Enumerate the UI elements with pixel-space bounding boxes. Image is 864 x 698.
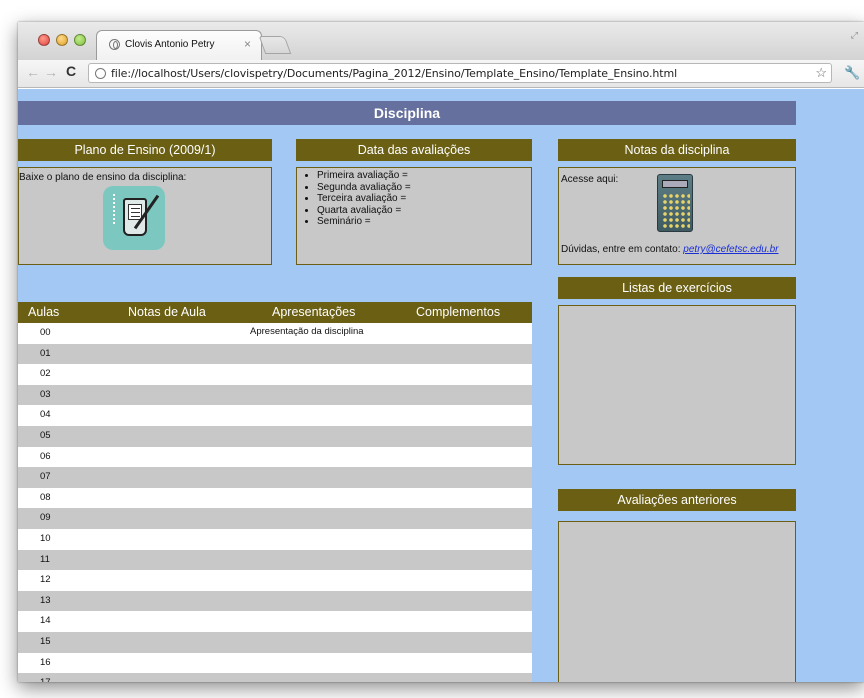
table-row: 08	[18, 487, 532, 509]
table-row: 00 Apresentação da disciplina	[18, 323, 532, 344]
calculator-display	[662, 180, 688, 188]
aula-number: 17	[40, 677, 51, 682]
browser-tab[interactable]: Clovis Antonio Petry ×	[96, 30, 262, 60]
anteriores-box	[558, 521, 796, 682]
aula-number: 12	[40, 574, 51, 586]
datas-item: Terceira avaliação =	[317, 193, 411, 205]
screen-line	[131, 216, 140, 217]
tab-bar: Clovis Antonio Petry × ⤢	[18, 22, 864, 60]
page-viewport: Disciplina Plano de Ensino (2009/1) Baix…	[18, 89, 864, 682]
table-row: 03	[18, 384, 532, 406]
page-title: Disciplina	[18, 101, 796, 125]
datas-header: Data das avaliações	[296, 139, 532, 161]
calculator-keys	[662, 193, 690, 229]
aula-apresentacao-link[interactable]: Apresentação da disciplina	[250, 326, 364, 337]
anteriores-header: Avaliações anteriores	[558, 489, 796, 511]
duvidas-text: Dúvidas, entre em contato: petry@cefetsc…	[561, 244, 779, 255]
table-row: 01	[18, 343, 532, 365]
aula-number: 04	[40, 409, 51, 421]
aula-number: 00	[40, 327, 51, 338]
aula-number: 15	[40, 635, 51, 647]
aula-number: 01	[40, 347, 51, 359]
minimize-window-button[interactable]	[56, 34, 68, 46]
wrench-icon[interactable]: 🔧	[844, 65, 860, 81]
table-row: 14	[18, 611, 532, 632]
fullscreen-icon[interactable]: ⤢	[851, 30, 858, 41]
aula-number: 14	[40, 615, 51, 627]
table-row: 12	[18, 570, 532, 591]
aula-number: 08	[40, 491, 51, 503]
aula-number: 03	[40, 388, 51, 400]
table-row: 07	[18, 467, 532, 488]
table-row: 17	[18, 673, 532, 682]
datas-item: Primeira avaliação =	[317, 170, 411, 182]
listas-header: Listas de exercícios	[558, 277, 796, 299]
new-tab-button[interactable]	[258, 36, 292, 54]
col-complementos: Complementos	[416, 305, 501, 319]
plano-header: Plano de Ensino (2009/1)	[18, 139, 272, 161]
forward-button[interactable]: →	[44, 64, 58, 80]
aula-number: 06	[40, 450, 51, 462]
email-link[interactable]: petry@cefetsc.edu.br	[683, 244, 778, 255]
acesse-label: Acesse aqui:	[561, 174, 619, 185]
back-button[interactable]: ←	[26, 64, 40, 80]
page-icon	[95, 68, 106, 79]
listas-box	[558, 305, 796, 465]
sparkle-icon	[113, 194, 115, 224]
tab-title: Clovis Antonio Petry	[125, 39, 215, 50]
col-aulas: Aulas	[28, 305, 60, 319]
screen-line	[131, 208, 140, 209]
aula-number: 10	[40, 532, 51, 544]
duvidas-label: Dúvidas, entre em contato:	[561, 244, 684, 255]
aulas-table-header: Aulas Notas de Aula Apresentações Comple…	[18, 302, 532, 323]
datas-box: Primeira avaliação = Segunda avaliação =…	[296, 167, 532, 265]
browser-window: Clovis Antonio Petry × ⤢ ← → C file://lo…	[18, 22, 864, 682]
address-bar[interactable]: file://localhost/Users/clovispetry/Docum…	[88, 63, 832, 83]
aulas-table-body: 00 Apresentação da disciplina 01 02 03 04 05 06…	[18, 323, 532, 682]
plano-box: Baixe o plano de ensino da disciplina:	[18, 167, 272, 265]
aula-number: 02	[40, 368, 51, 380]
calculator-icon[interactable]	[657, 174, 693, 232]
plano-text: Baixe o plano de ensino da disciplina:	[19, 172, 187, 183]
notas-header: Notas da disciplina	[558, 139, 796, 161]
aula-number: 11	[40, 553, 50, 565]
aula-number: 05	[40, 429, 51, 441]
table-row: 16	[18, 652, 532, 674]
table-row: 06	[18, 446, 532, 468]
datas-item: Quarta avaliação =	[317, 205, 411, 217]
aula-number: 07	[40, 471, 51, 483]
aula-number: 16	[40, 656, 51, 668]
datas-list: Primeira avaliação = Segunda avaliação =…	[313, 170, 411, 228]
globe-icon	[109, 39, 120, 50]
table-row: 13	[18, 590, 532, 612]
table-row: 05	[18, 425, 532, 447]
reload-button[interactable]: C	[66, 63, 76, 79]
aula-number: 09	[40, 512, 51, 524]
datas-item: Segunda avaliação =	[317, 182, 411, 194]
table-row: 09	[18, 508, 532, 529]
zoom-window-button[interactable]	[74, 34, 86, 46]
table-row: 04	[18, 405, 532, 426]
tab-close-icon[interactable]: ×	[244, 37, 251, 51]
bookmark-star-icon[interactable]: ☆	[815, 65, 827, 81]
table-row: 10	[18, 528, 532, 550]
url-text[interactable]: file://localhost/Users/clovispetry/Docum…	[111, 67, 677, 80]
aula-number: 13	[40, 594, 51, 606]
table-row: 15	[18, 631, 532, 653]
close-window-button[interactable]	[38, 34, 50, 46]
toolbar: ← → C file://localhost/Users/clovispetry…	[18, 60, 864, 88]
datas-item: Seminário =	[317, 216, 411, 228]
table-row: 11	[18, 549, 532, 571]
col-apresentacoes: Apresentações	[272, 305, 356, 319]
pda-download-icon[interactable]	[103, 186, 165, 250]
notas-box: Acesse aqui: Dúvidas, entre em contato: …	[558, 167, 796, 265]
col-notas-de-aula: Notas de Aula	[128, 305, 206, 319]
table-row: 02	[18, 364, 532, 385]
screen-line	[131, 212, 140, 213]
